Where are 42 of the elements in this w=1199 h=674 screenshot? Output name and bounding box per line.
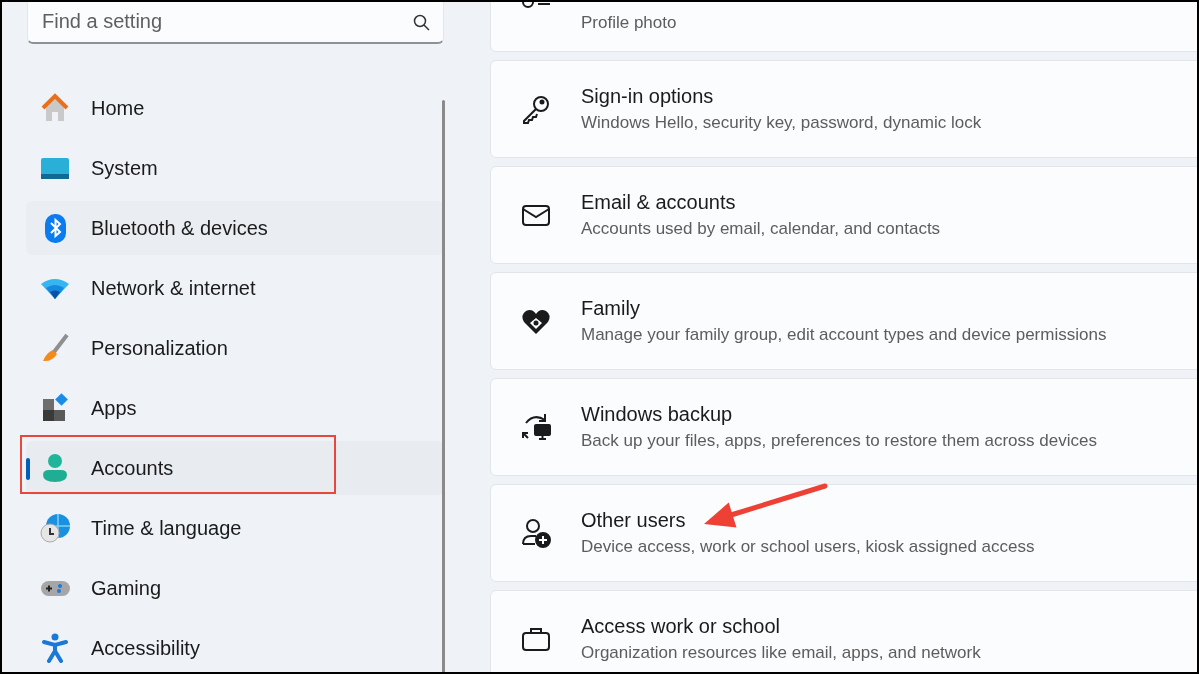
settings-card[interactable]: Windows backup Back up your files, apps, preferences to restore them across devices (490, 378, 1197, 476)
search-icon[interactable] (413, 14, 430, 31)
search-field[interactable]: Find a setting (27, 2, 444, 44)
card-title: Email & accounts (581, 191, 737, 214)
card-subtitle: Profile photo (581, 13, 677, 33)
settings-card[interactable]: Profile photo (490, 2, 1197, 52)
card-subtitle: Windows Hello, security key, password, dynamic lock (581, 113, 982, 133)
nav-item[interactable]: Home (26, 81, 444, 135)
settings-card[interactable]: Email & accounts Accounts used by email, calendar, and contacts (490, 166, 1197, 264)
apps-icon (40, 393, 70, 423)
card-title: Access work or school (581, 615, 781, 638)
nav-item[interactable]: System (26, 141, 444, 195)
globe-clock-icon (40, 513, 70, 543)
card-subtitle: Organization resources like email, apps, and network (581, 643, 981, 663)
card-subtitle: Accounts used by email, calendar, and contacts (581, 219, 941, 239)
house-icon (40, 93, 70, 123)
settings-card[interactable]: Sign-in options Windows Hello, security key, password, dynamic lock (490, 60, 1197, 158)
nav-item[interactable]: Apps (26, 381, 444, 435)
scrollbar[interactable] (442, 100, 445, 672)
person-icon (40, 453, 70, 483)
nav-item[interactable]: Bluetooth & devices (26, 201, 444, 255)
nav-item[interactable]: Accessibility (26, 621, 444, 672)
nav-item[interactable]: Network & internet (26, 261, 444, 315)
card-title: Family (581, 297, 641, 320)
nav-item[interactable]: Gaming (26, 561, 444, 615)
accessibility-icon (40, 633, 70, 663)
card-subtitle: Manage your family group, edit account types and device permissions (581, 325, 1107, 345)
key-icon (520, 93, 552, 125)
paintbrush-icon (40, 333, 70, 363)
card-subtitle: Device access, work or school users, kiosk assigned access (581, 537, 1035, 557)
card-subtitle: Back up your files, apps, preferences to restore them across devices (581, 431, 1097, 451)
nav-item[interactable]: Accounts (26, 441, 444, 495)
settings-card[interactable]: Other users Device access, work or school users, kiosk assigned access (490, 484, 1197, 582)
card-title: Other users (581, 509, 687, 532)
nav-item[interactable]: Time & language (26, 501, 444, 555)
nav-item[interactable]: Personalization (26, 321, 444, 375)
card-title: Windows backup (581, 403, 734, 426)
settings-card[interactable]: Access work or school Organization resources like email, apps, and network (490, 590, 1197, 672)
settings-card[interactable]: Family Manage your family group, edit account types and device permissions (490, 272, 1197, 370)
sync-monitor-icon (520, 411, 552, 443)
card-title: Sign-in options (581, 85, 715, 108)
person-add-icon (520, 517, 552, 549)
